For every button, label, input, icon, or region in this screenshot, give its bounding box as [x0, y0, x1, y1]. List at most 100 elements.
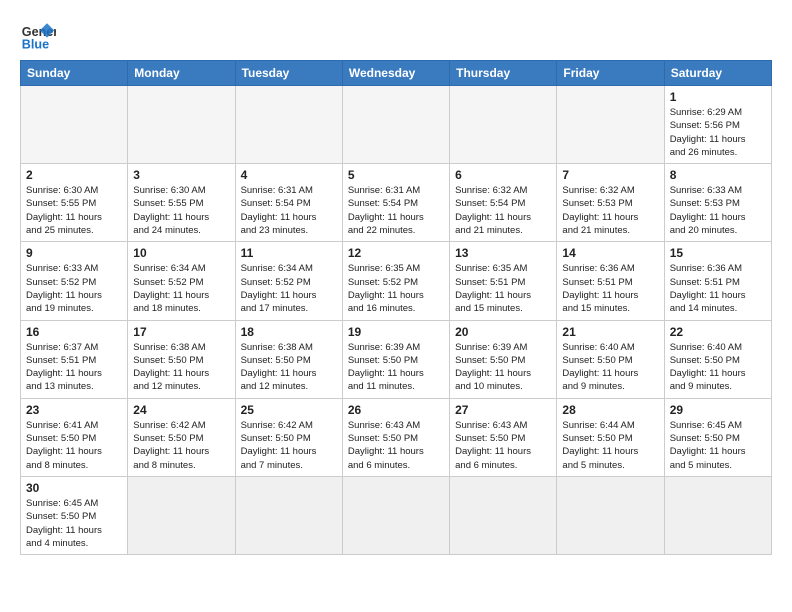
day-cell [664, 476, 771, 554]
day-info: Sunrise: 6:38 AMSunset: 5:50 PMDaylight:… [133, 341, 229, 394]
day-cell: 16 Sunrise: 6:37 AMSunset: 5:51 PMDayligh… [21, 320, 128, 398]
day-number: 16 [26, 325, 122, 339]
day-number: 17 [133, 325, 229, 339]
day-cell [450, 476, 557, 554]
week-row-0: 1Sunrise: 6:29 AMSunset: 5:56 PMDaylight… [21, 86, 772, 164]
day-info: Sunrise: 6:39 AMSunset: 5:50 PMDaylight:… [455, 341, 551, 394]
day-cell: 1Sunrise: 6:29 AMSunset: 5:56 PMDaylight… [664, 86, 771, 164]
day-number: 19 [348, 325, 444, 339]
day-cell: 2 Sunrise: 6:30 AMSunset: 5:55 PMDaylight… [21, 164, 128, 242]
day-number: 6 [455, 168, 551, 182]
day-info: Sunrise: 6:31 AMSunset: 5:54 PMDaylight:… [348, 184, 444, 237]
day-cell: 27Sunrise: 6:43 AMSunset: 5:50 PMDayligh… [450, 398, 557, 476]
day-number: 20 [455, 325, 551, 339]
day-number: 22 [670, 325, 766, 339]
day-cell: 29Sunrise: 6:45 AMSunset: 5:50 PMDayligh… [664, 398, 771, 476]
day-cell: 20 Sunrise: 6:39 AMSunset: 5:50 PMDayligh… [450, 320, 557, 398]
day-cell: 8 Sunrise: 6:33 AMSunset: 5:53 PMDaylight… [664, 164, 771, 242]
logo-icon: General Blue [20, 16, 56, 52]
day-number: 10 [133, 246, 229, 260]
day-info: Sunrise: 6:36 AMSunset: 5:51 PMDaylight:… [562, 262, 658, 315]
day-info: Sunrise: 6:34 AMSunset: 5:52 PMDaylight:… [241, 262, 337, 315]
day-number: 5 [348, 168, 444, 182]
day-number: 1 [670, 90, 766, 104]
day-info: Sunrise: 6:37 AMSunset: 5:51 PMDaylight:… [26, 341, 122, 394]
day-info: Sunrise: 6:40 AMSunset: 5:50 PMDaylight:… [670, 341, 766, 394]
day-cell: 14Sunrise: 6:36 AMSunset: 5:51 PMDayligh… [557, 242, 664, 320]
day-cell: 18 Sunrise: 6:38 AMSunset: 5:50 PMDayligh… [235, 320, 342, 398]
day-info: Sunrise: 6:39 AMSunset: 5:50 PMDaylight:… [348, 341, 444, 394]
day-number: 27 [455, 403, 551, 417]
day-info: Sunrise: 6:33 AMSunset: 5:52 PMDaylight:… [26, 262, 122, 315]
day-number: 25 [241, 403, 337, 417]
day-info: Sunrise: 6:44 AMSunset: 5:50 PMDaylight:… [562, 419, 658, 472]
day-cell [450, 86, 557, 164]
day-cell: 13 Sunrise: 6:35 AMSunset: 5:51 PMDayligh… [450, 242, 557, 320]
day-cell: 25 Sunrise: 6:42 AMSunset: 5:50 PMDayligh… [235, 398, 342, 476]
day-number: 12 [348, 246, 444, 260]
day-number: 21 [562, 325, 658, 339]
day-cell: 21 Sunrise: 6:40 AMSunset: 5:50 PMDayligh… [557, 320, 664, 398]
day-info: Sunrise: 6:40 AMSunset: 5:50 PMDaylight:… [562, 341, 658, 394]
week-row-2: 9 Sunrise: 6:33 AMSunset: 5:52 PMDaylight… [21, 242, 772, 320]
day-info: Sunrise: 6:43 AMSunset: 5:50 PMDaylight:… [348, 419, 444, 472]
day-info: Sunrise: 6:36 AMSunset: 5:51 PMDaylight:… [670, 262, 766, 315]
day-cell: 17 Sunrise: 6:38 AMSunset: 5:50 PMDayligh… [128, 320, 235, 398]
day-number: 7 [562, 168, 658, 182]
day-info: Sunrise: 6:31 AMSunset: 5:54 PMDaylight:… [241, 184, 337, 237]
day-cell: 26 Sunrise: 6:43 AMSunset: 5:50 PMDayligh… [342, 398, 449, 476]
day-cell: 11 Sunrise: 6:34 AMSunset: 5:52 PMDayligh… [235, 242, 342, 320]
day-cell: 19 Sunrise: 6:39 AMSunset: 5:50 PMDayligh… [342, 320, 449, 398]
day-cell: 7Sunrise: 6:32 AMSunset: 5:53 PMDaylight… [557, 164, 664, 242]
weekday-sunday: Sunday [21, 61, 128, 86]
day-number: 18 [241, 325, 337, 339]
day-number: 24 [133, 403, 229, 417]
calendar: SundayMondayTuesdayWednesdayThursdayFrid… [20, 60, 772, 555]
week-row-4: 23 Sunrise: 6:41 AMSunset: 5:50 PMDayligh… [21, 398, 772, 476]
day-info: Sunrise: 6:42 AMSunset: 5:50 PMDaylight:… [241, 419, 337, 472]
day-cell: 10 Sunrise: 6:34 AMSunset: 5:52 PMDayligh… [128, 242, 235, 320]
day-cell [128, 86, 235, 164]
day-cell [235, 86, 342, 164]
day-number: 23 [26, 403, 122, 417]
day-number: 3 [133, 168, 229, 182]
day-info: Sunrise: 6:30 AMSunset: 5:55 PMDaylight:… [26, 184, 122, 237]
weekday-friday: Friday [557, 61, 664, 86]
day-info: Sunrise: 6:35 AMSunset: 5:51 PMDaylight:… [455, 262, 551, 315]
day-info: Sunrise: 6:33 AMSunset: 5:53 PMDaylight:… [670, 184, 766, 237]
day-cell: 3 Sunrise: 6:30 AMSunset: 5:55 PMDaylight… [128, 164, 235, 242]
day-number: 13 [455, 246, 551, 260]
day-cell: 9 Sunrise: 6:33 AMSunset: 5:52 PMDaylight… [21, 242, 128, 320]
day-number: 2 [26, 168, 122, 182]
day-number: 30 [26, 481, 122, 495]
weekday-saturday: Saturday [664, 61, 771, 86]
day-number: 28 [562, 403, 658, 417]
day-cell [21, 86, 128, 164]
day-number: 4 [241, 168, 337, 182]
day-cell: 12Sunrise: 6:35 AMSunset: 5:52 PMDayligh… [342, 242, 449, 320]
weekday-row: SundayMondayTuesdayWednesdayThursdayFrid… [21, 61, 772, 86]
day-cell [342, 476, 449, 554]
day-info: Sunrise: 6:30 AMSunset: 5:55 PMDaylight:… [133, 184, 229, 237]
day-info: Sunrise: 6:42 AMSunset: 5:50 PMDaylight:… [133, 419, 229, 472]
calendar-body: 1Sunrise: 6:29 AMSunset: 5:56 PMDaylight… [21, 86, 772, 555]
day-info: Sunrise: 6:45 AMSunset: 5:50 PMDaylight:… [26, 497, 122, 550]
weekday-thursday: Thursday [450, 61, 557, 86]
day-cell: 23 Sunrise: 6:41 AMSunset: 5:50 PMDayligh… [21, 398, 128, 476]
day-info: Sunrise: 6:41 AMSunset: 5:50 PMDaylight:… [26, 419, 122, 472]
day-cell: 30 Sunrise: 6:45 AMSunset: 5:50 PMDayligh… [21, 476, 128, 554]
weekday-monday: Monday [128, 61, 235, 86]
day-info: Sunrise: 6:38 AMSunset: 5:50 PMDaylight:… [241, 341, 337, 394]
day-cell: 15 Sunrise: 6:36 AMSunset: 5:51 PMDayligh… [664, 242, 771, 320]
day-number: 15 [670, 246, 766, 260]
day-number: 8 [670, 168, 766, 182]
weekday-wednesday: Wednesday [342, 61, 449, 86]
day-cell [557, 476, 664, 554]
day-number: 9 [26, 246, 122, 260]
day-cell [557, 86, 664, 164]
day-number: 11 [241, 246, 337, 260]
day-number: 26 [348, 403, 444, 417]
day-info: Sunrise: 6:34 AMSunset: 5:52 PMDaylight:… [133, 262, 229, 315]
day-cell [128, 476, 235, 554]
day-info: Sunrise: 6:45 AMSunset: 5:50 PMDaylight:… [670, 419, 766, 472]
